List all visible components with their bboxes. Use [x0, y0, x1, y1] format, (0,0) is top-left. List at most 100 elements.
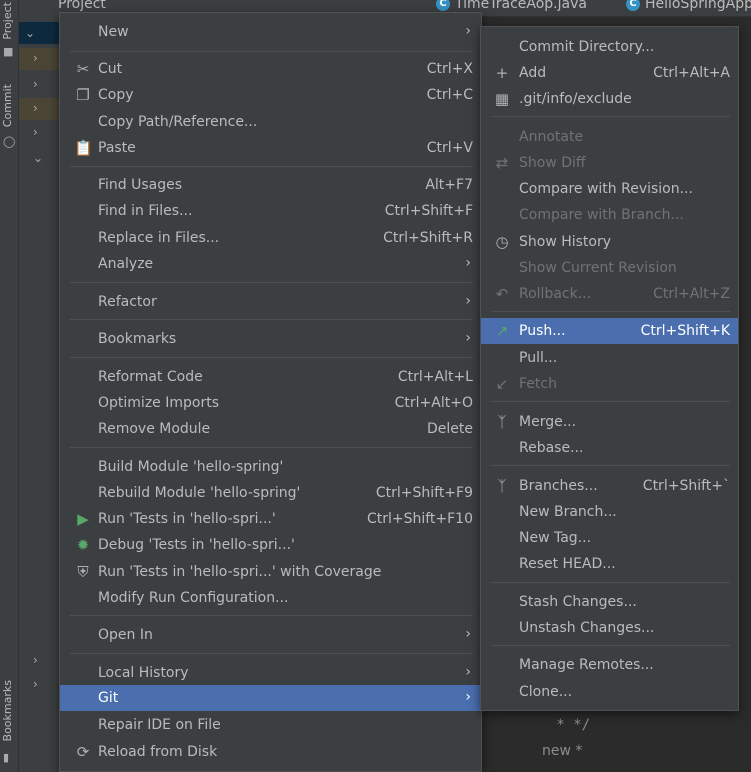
- menu-item-label: Pull...: [519, 350, 558, 366]
- tool-window-commit[interactable]: Commit: [1, 84, 17, 127]
- menu-item-label: Local History: [98, 665, 189, 681]
- separator: [491, 401, 730, 402]
- menu-item-label: Rebase...: [519, 440, 584, 456]
- menu-item-add[interactable]: + Add Ctrl+Alt+A: [481, 60, 738, 86]
- menu-item-modify-run-config[interactable]: Modify Run Configuration...: [60, 585, 481, 611]
- menu-item-reload-from-disk[interactable]: ⟳ Reload from Disk: [60, 739, 481, 765]
- menu-item-reset-head[interactable]: Reset HEAD...: [481, 551, 738, 577]
- menu-item-label: Optimize Imports: [98, 395, 219, 411]
- menu-item-show-history[interactable]: ◷ Show History: [481, 229, 738, 255]
- menu-item-label: Cut: [98, 61, 123, 77]
- tree-row[interactable]: ›: [19, 98, 59, 120]
- chevron-right-icon: ›: [465, 664, 471, 680]
- git-file-icon: ▦: [494, 90, 510, 108]
- menu-item-new-branch[interactable]: New Branch...: [481, 499, 738, 525]
- menu-item-compare-revision[interactable]: Compare with Revision...: [481, 176, 738, 202]
- menu-item-cut[interactable]: ✂ Cut Ctrl+X: [60, 56, 481, 82]
- menu-item-label: Show History: [519, 234, 612, 250]
- menu-item-label: Show Diff: [519, 155, 586, 171]
- menu-item-remove-module[interactable]: Remove Module Delete: [60, 416, 481, 442]
- menu-item-rebuild-module[interactable]: Rebuild Module 'hello-spring' Ctrl+Shift…: [60, 480, 481, 506]
- menu-item-rebase[interactable]: Rebase...: [481, 435, 738, 461]
- tree-row[interactable]: ⌄: [19, 148, 59, 170]
- tree-row[interactable]: ›: [19, 74, 59, 96]
- menu-item-run-with-coverage[interactable]: ⛨ Run 'Tests in 'hello-spri...' with Cov…: [60, 559, 481, 585]
- menu-item-label: Branches...: [519, 478, 598, 494]
- menu-item-annotate: Annotate: [481, 124, 738, 150]
- history-icon: ◷: [495, 233, 509, 251]
- tab-hellospringapp[interactable]: C HelloSpringApp: [626, 0, 751, 16]
- menu-item-label: Rebuild Module 'hello-spring': [98, 485, 301, 501]
- menu-item-manage-remotes[interactable]: Manage Remotes...: [481, 652, 738, 678]
- tree-row[interactable]: ›: [19, 674, 59, 696]
- menu-item-shortcut: Ctrl+Shift+K: [640, 323, 730, 339]
- menu-item-git[interactable]: Git ›: [60, 685, 481, 711]
- menu-item-compare-branch: Compare with Branch...: [481, 202, 738, 228]
- menu-item-git-exclude[interactable]: ▦ .git/info/exclude: [481, 86, 738, 112]
- separator: [70, 653, 473, 654]
- code-hint: new *: [542, 743, 583, 759]
- menu-item-open-in[interactable]: Open In ›: [60, 622, 481, 648]
- menu-item-shortcut: Ctrl+Shift+`: [642, 478, 730, 494]
- menu-item-debug-tests[interactable]: ✹ Debug 'Tests in 'hello-spri...': [60, 532, 481, 558]
- menu-item-label: Compare with Branch...: [519, 207, 684, 223]
- chevron-right-icon: ›: [465, 255, 471, 271]
- tree-row[interactable]: ›: [19, 650, 59, 672]
- separator: [70, 319, 473, 320]
- menu-item-label: Unstash Changes...: [519, 620, 655, 636]
- menu-item-label: Clone...: [519, 684, 573, 700]
- menu-item-label: Run 'Tests in 'hello-spri...': [98, 511, 276, 527]
- fetch-icon: ↙: [495, 375, 509, 393]
- menu-item-new-tag[interactable]: New Tag...: [481, 525, 738, 551]
- tree-row[interactable]: ⌄: [19, 22, 59, 44]
- menu-item-optimize-imports[interactable]: Optimize Imports Ctrl+Alt+O: [60, 390, 481, 416]
- menu-item-paste[interactable]: 📋 Paste Ctrl+V: [60, 135, 481, 161]
- chevron-right-icon: ›: [465, 689, 471, 705]
- menu-item-local-history[interactable]: Local History ›: [60, 660, 481, 686]
- menu-item-find-in-files[interactable]: Find in Files... Ctrl+Shift+F: [60, 198, 481, 224]
- menu-item-reformat-code[interactable]: Reformat Code Ctrl+Alt+L: [60, 364, 481, 390]
- menu-item-find-usages[interactable]: Find Usages Alt+F7: [60, 172, 481, 198]
- menu-item-commit-directory[interactable]: Commit Directory...: [481, 34, 738, 60]
- tool-window-project[interactable]: Project: [1, 2, 17, 40]
- menu-item-copy-path[interactable]: Copy Path/Reference...: [60, 109, 481, 135]
- menu-item-shortcut: Ctrl+X: [426, 61, 473, 77]
- diff-icon: ⇄: [495, 154, 509, 172]
- menu-item-copy[interactable]: ❐ Copy Ctrl+C: [60, 82, 481, 108]
- menu-item-label: Commit Directory...: [519, 39, 655, 55]
- run-icon: ▶: [77, 510, 89, 528]
- tab-hellospringapp-label: HelloSpringApp: [645, 0, 751, 12]
- menu-item-label: Build Module 'hello-spring': [98, 459, 284, 475]
- menu-item-label: Copy Path/Reference...: [98, 114, 258, 130]
- tool-window-bookmarks[interactable]: Bookmarks: [1, 680, 17, 741]
- merge-icon: ᛉ: [497, 413, 507, 431]
- tree-row[interactable]: ›: [19, 122, 59, 144]
- coverage-icon: ⛨: [77, 563, 89, 581]
- menu-item-build-module[interactable]: Build Module 'hello-spring': [60, 454, 481, 480]
- menu-item-label: Compare with Revision...: [519, 181, 693, 197]
- java-class-icon: C: [626, 0, 640, 11]
- menu-item-show-current-revision: Show Current Revision: [481, 255, 738, 281]
- separator: [70, 51, 473, 52]
- menu-item-run-tests[interactable]: ▶ Run 'Tests in 'hello-spri...' Ctrl+Shi…: [60, 506, 481, 532]
- menu-item-analyze[interactable]: Analyze ›: [60, 251, 481, 277]
- menu-item-shortcut: Ctrl+Alt+Z: [653, 286, 730, 302]
- menu-item-clone[interactable]: Clone...: [481, 679, 738, 705]
- menu-item-push[interactable]: ↗ Push... Ctrl+Shift+K: [481, 318, 738, 344]
- tree-row[interactable]: ›: [19, 48, 59, 70]
- menu-item-branches[interactable]: ᛉ Branches... Ctrl+Shift+`: [481, 473, 738, 499]
- menu-item-stash[interactable]: Stash Changes...: [481, 589, 738, 615]
- menu-item-merge[interactable]: ᛉ Merge...: [481, 409, 738, 435]
- menu-item-bookmarks[interactable]: Bookmarks ›: [60, 326, 481, 352]
- menu-item-replace-in-files[interactable]: Replace in Files... Ctrl+Shift+R: [60, 225, 481, 251]
- code-editor-fragment: * */ new *: [496, 709, 751, 772]
- menu-item-refactor[interactable]: Refactor ›: [60, 289, 481, 315]
- menu-item-new[interactable]: New ›: [60, 19, 481, 45]
- menu-item-pull[interactable]: Pull...: [481, 345, 738, 371]
- menu-item-label: Push...: [519, 323, 566, 339]
- separator: [70, 357, 473, 358]
- separator: [70, 447, 473, 448]
- menu-item-repair-ide[interactable]: Repair IDE on File: [60, 712, 481, 738]
- menu-item-unstash[interactable]: Unstash Changes...: [481, 615, 738, 641]
- menu-item-label: Run 'Tests in 'hello-spri...' with Cover…: [98, 564, 382, 580]
